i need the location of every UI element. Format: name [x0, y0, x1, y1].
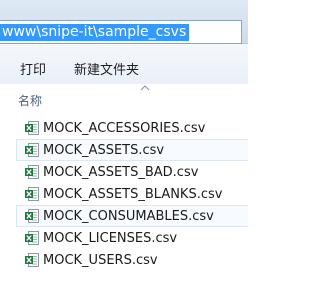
print-button[interactable]: 打印 — [16, 60, 50, 82]
file-name: MOCK_CONSUMABLES.csv — [43, 208, 214, 224]
file-name: MOCK_ACCESSORIES.csv — [43, 120, 206, 136]
column-name-header[interactable]: 名称 — [18, 92, 42, 109]
file-row[interactable]: MOCK_LICENSES.csv — [16, 227, 248, 249]
excel-csv-file-icon — [25, 209, 39, 223]
file-row[interactable]: MOCK_ASSETS_BAD.csv — [16, 161, 248, 183]
file-name: MOCK_ASSETS_BAD.csv — [43, 164, 199, 180]
file-row[interactable]: MOCK_ASSETS_BLANKS.csv — [16, 183, 248, 205]
list-bottom-space — [0, 291, 248, 304]
excel-csv-file-icon — [25, 187, 39, 201]
file-row[interactable]: MOCK_USERS.csv — [16, 249, 248, 271]
file-row[interactable]: MOCK_ACCESSORIES.csv — [16, 117, 248, 139]
new-folder-button[interactable]: 新建文件夹 — [70, 60, 143, 82]
file-row[interactable]: MOCK_CONSUMABLES.csv — [16, 205, 248, 227]
file-row[interactable]: MOCK_ASSETS.csv — [16, 139, 248, 161]
excel-csv-file-icon — [25, 253, 39, 267]
file-explorer-window: www\snipe-it\sample_csvs 打印 新建文件夹 名称 MOC… — [0, 0, 248, 304]
sort-arrow-icon — [140, 85, 150, 91]
address-field[interactable]: www\snipe-it\sample_csvs — [0, 20, 242, 44]
excel-csv-file-icon — [25, 231, 39, 245]
file-name: MOCK_ASSETS_BLANKS.csv — [43, 186, 223, 202]
excel-csv-file-icon — [25, 165, 39, 179]
address-path-text[interactable]: www\snipe-it\sample_csvs — [0, 24, 190, 41]
excel-csv-file-icon — [25, 143, 39, 157]
file-name: MOCK_USERS.csv — [43, 252, 158, 268]
column-header: 名称 — [0, 84, 248, 108]
file-name: MOCK_ASSETS.csv — [43, 142, 165, 158]
address-bar: www\snipe-it\sample_csvs — [0, 0, 248, 44]
file-name: MOCK_LICENSES.csv — [43, 230, 178, 246]
excel-csv-file-icon — [25, 121, 39, 135]
